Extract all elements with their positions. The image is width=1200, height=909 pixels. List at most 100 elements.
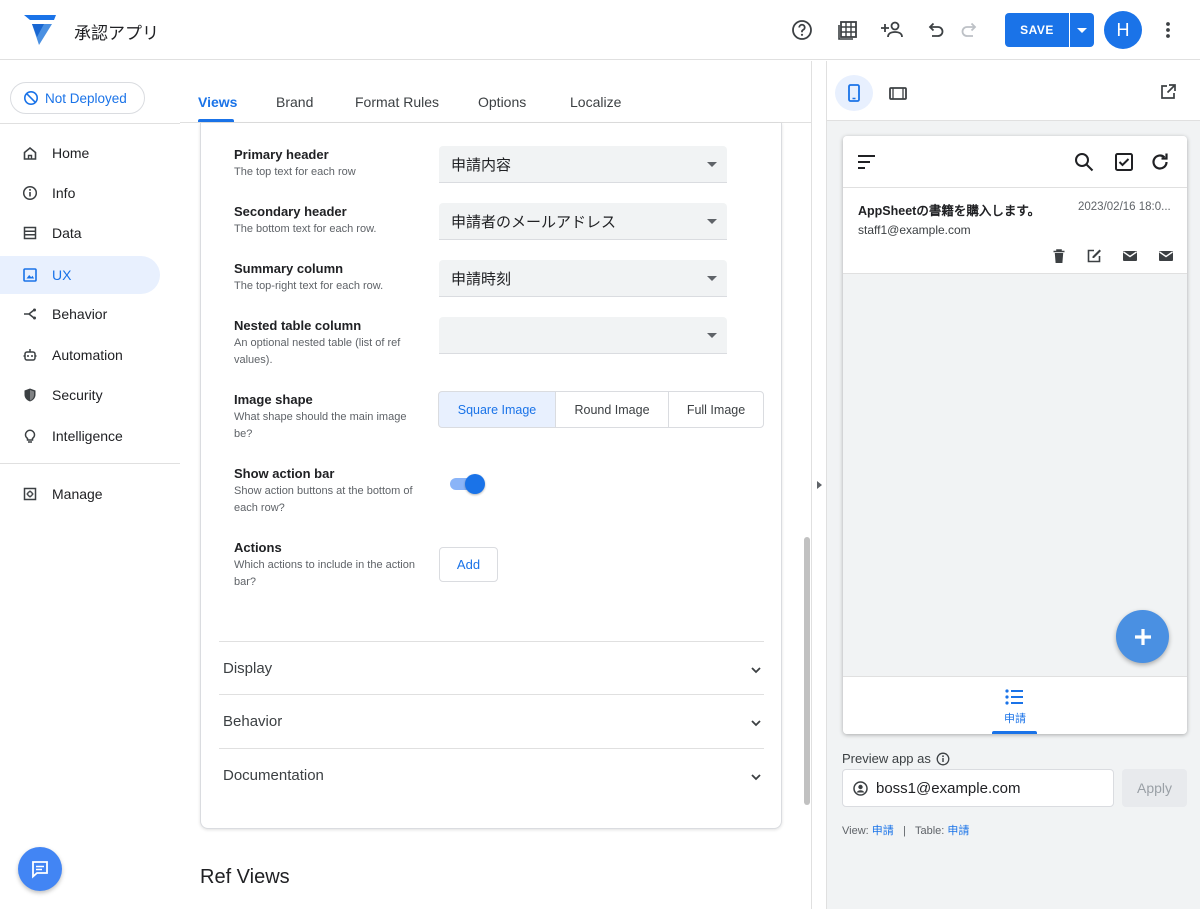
sidebar-item-ux[interactable]: UX xyxy=(0,256,160,294)
redo-icon[interactable] xyxy=(957,17,983,43)
info-icon[interactable] xyxy=(936,752,950,766)
sidebar-item-label: Home xyxy=(52,145,90,161)
email-icon[interactable] xyxy=(1122,248,1138,264)
appsheet-logo[interactable] xyxy=(24,15,56,45)
pane-splitter[interactable] xyxy=(811,61,827,909)
email-icon[interactable] xyxy=(1158,248,1174,264)
open-in-new-icon[interactable] xyxy=(1159,83,1177,101)
sort-icon[interactable] xyxy=(857,154,877,170)
primary-header-label: Primary header xyxy=(234,147,329,162)
secondary-header-select[interactable]: 申請者のメールアドレス xyxy=(439,203,727,240)
deploy-status-button[interactable]: Not Deployed xyxy=(10,82,145,114)
more-vert-icon[interactable] xyxy=(1158,18,1178,42)
tab-brand[interactable]: Brand xyxy=(276,94,313,110)
display-section-header[interactable]: Display xyxy=(223,660,272,677)
phone-preview: AppSheetの書籍を購入します。 2023/02/16 18:0... st… xyxy=(843,136,1187,734)
caret-down-icon xyxy=(1077,27,1087,33)
undo-icon[interactable] xyxy=(922,17,948,43)
tab-localize[interactable]: Localize xyxy=(570,94,621,110)
round-image-option[interactable]: Round Image xyxy=(555,391,669,428)
sidebar-item-intelligence[interactable]: Intelligence xyxy=(0,417,160,455)
show-action-bar-label: Show action bar xyxy=(234,466,335,481)
tab-format-rules[interactable]: Format Rules xyxy=(355,94,439,110)
chat-button[interactable] xyxy=(18,847,62,891)
tablet-preview-button[interactable] xyxy=(879,75,917,111)
sidebar-item-label: Behavior xyxy=(52,306,108,322)
preview-as-label: Preview app as xyxy=(842,751,950,766)
active-tab-indicator xyxy=(198,119,234,122)
documentation-section-header[interactable]: Documentation xyxy=(223,767,324,784)
chevron-down-icon[interactable] xyxy=(749,770,763,784)
sidebar-item-security[interactable]: Security xyxy=(0,376,160,414)
ux-icon xyxy=(22,267,38,283)
nested-table-select[interactable] xyxy=(439,317,727,354)
phone-app-header xyxy=(843,136,1187,188)
caret-down-icon xyxy=(707,333,717,338)
edit-icon[interactable] xyxy=(1086,248,1102,264)
save-button[interactable]: SAVE xyxy=(1005,13,1069,47)
ux-tabs: Views Brand Format Rules Options Localiz… xyxy=(180,61,811,123)
sidebar-item-data[interactable]: Data xyxy=(0,214,160,252)
sidebar-item-home[interactable]: Home xyxy=(0,134,160,172)
summary-column-label: Summary column xyxy=(234,261,344,276)
app-title: 承認アプリ xyxy=(74,24,159,43)
secondary-header-label: Secondary header xyxy=(234,204,347,219)
deploy-status-label: Not Deployed xyxy=(45,90,127,106)
chevron-down-icon[interactable] xyxy=(749,716,763,730)
save-dropdown-button[interactable] xyxy=(1070,13,1094,47)
full-image-option[interactable]: Full Image xyxy=(668,391,764,428)
nested-table-label: Nested table column xyxy=(234,318,362,333)
preview-toolbar xyxy=(827,61,1200,121)
sidebar-item-automation[interactable]: Automation xyxy=(0,336,160,374)
top-bar: 承認アプリ SAVE H xyxy=(0,0,1200,60)
phone-bottom-nav: 申請 xyxy=(843,676,1187,734)
list-item[interactable]: AppSheetの書籍を購入します。 2023/02/16 18:0... st… xyxy=(843,188,1187,274)
sidebar-item-label: Security xyxy=(52,387,103,403)
add-record-button[interactable] xyxy=(1116,610,1169,663)
divider xyxy=(219,748,764,749)
scrollbar-thumb[interactable] xyxy=(804,537,810,805)
view-link[interactable]: 申請 xyxy=(872,825,894,837)
add-action-button[interactable]: Add xyxy=(439,547,498,582)
toggle-knob[interactable] xyxy=(465,474,485,494)
sidebar-item-info[interactable]: Info xyxy=(0,174,160,212)
collapse-arrow-icon[interactable] xyxy=(817,481,822,489)
primary-header-select[interactable]: 申請内容 xyxy=(439,146,727,183)
home-icon xyxy=(22,145,38,161)
search-icon[interactable] xyxy=(1074,152,1094,172)
table-link[interactable]: 申請 xyxy=(947,825,969,837)
shield-icon xyxy=(22,387,38,403)
actions-label: Actions xyxy=(234,540,282,555)
square-image-option[interactable]: Square Image xyxy=(438,391,556,428)
sidebar-item-manage[interactable]: Manage xyxy=(0,475,160,513)
user-avatar[interactable]: H xyxy=(1104,11,1142,49)
sidebar: Not Deployed Home Info Data UX Behavior … xyxy=(0,61,180,909)
chevron-down-icon[interactable] xyxy=(749,663,763,677)
refresh-icon[interactable] xyxy=(1149,151,1171,173)
sidebar-item-behavior[interactable]: Behavior xyxy=(0,295,160,333)
select-checkbox-icon[interactable] xyxy=(1114,152,1134,172)
chat-icon xyxy=(30,859,50,879)
tab-options[interactable]: Options xyxy=(478,94,526,110)
row-secondary-text: staff1@example.com xyxy=(858,223,971,237)
preview-as-email-value: boss1@example.com xyxy=(876,779,1021,797)
mobile-preview-button[interactable] xyxy=(835,75,873,111)
secondary-header-desc: The bottom text for each row. xyxy=(234,223,377,235)
behavior-section-header[interactable]: Behavior xyxy=(223,713,282,730)
tab-views[interactable]: Views xyxy=(198,94,237,110)
preview-as-email-field[interactable]: boss1@example.com xyxy=(842,769,1114,807)
select-value: 申請者のメールアドレス xyxy=(451,213,617,231)
table-view-icon[interactable] xyxy=(835,17,861,43)
sidebar-item-label: Data xyxy=(52,225,82,241)
share-user-icon[interactable] xyxy=(879,17,905,43)
data-icon xyxy=(22,225,38,241)
automation-icon xyxy=(22,347,38,363)
list-icon[interactable] xyxy=(1004,688,1024,706)
delete-icon[interactable] xyxy=(1051,248,1067,264)
help-icon[interactable] xyxy=(789,17,815,43)
sidebar-item-label: Info xyxy=(52,185,76,201)
apply-button[interactable]: Apply xyxy=(1122,769,1187,807)
bottom-tab-label[interactable]: 申請 xyxy=(843,710,1187,726)
summary-column-select[interactable]: 申請時刻 xyxy=(439,260,727,297)
sidebar-item-label: Automation xyxy=(52,347,123,363)
